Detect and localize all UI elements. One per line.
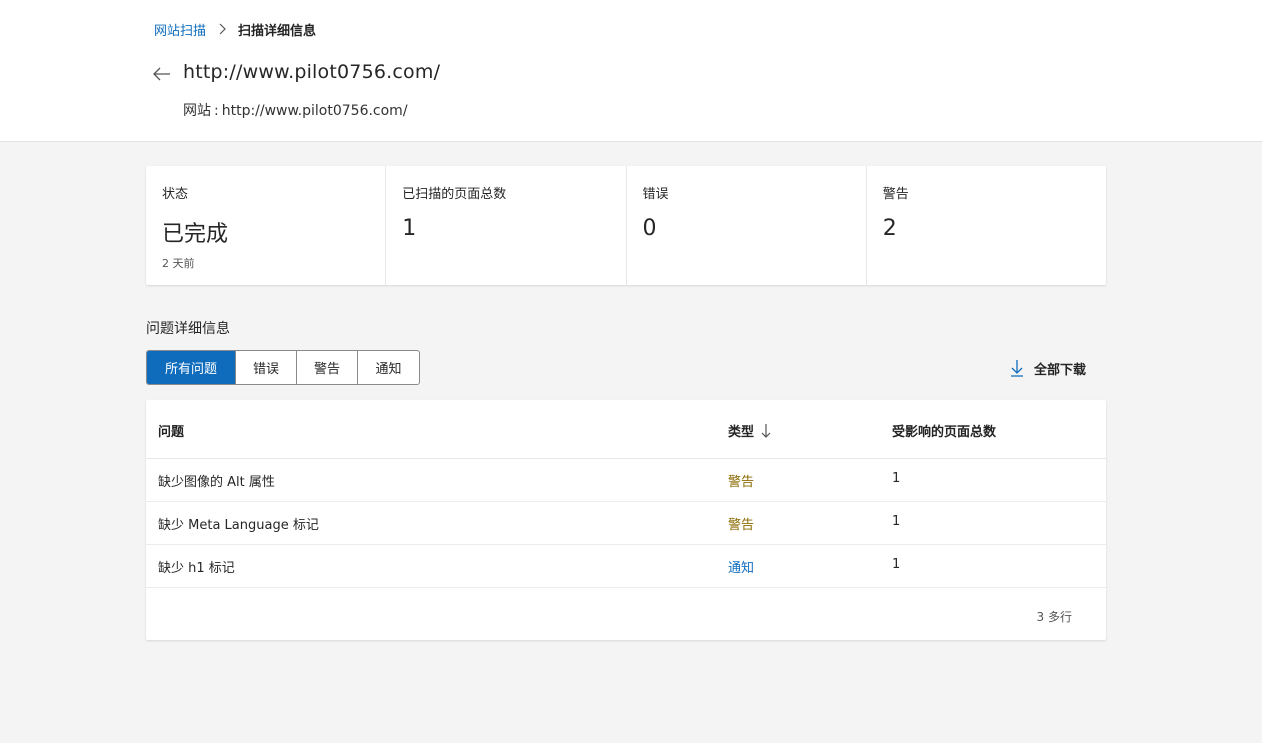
cell-pages: 1 bbox=[892, 471, 901, 486]
cell-issue: 缺少 h1 标记 bbox=[158, 561, 235, 576]
breadcrumb: 网站扫描 扫描详细信息 bbox=[154, 19, 316, 39]
chevron-right-icon bbox=[212, 19, 232, 39]
cell-type: 警告 bbox=[728, 518, 755, 533]
table-row[interactable]: 缺少 h1 标记 通知 1 bbox=[146, 545, 1106, 588]
cell-issue: 缺少 Meta Language 标记 bbox=[158, 518, 319, 533]
issues-table: 问题 类型 受影响的页面总数 缺少图像的 Alt 属性 警告 1 缺少 Meta… bbox=[146, 400, 1106, 640]
page-subtitle: 网站: http://www.pilot0756.com/ bbox=[183, 100, 408, 120]
subtitle-colon: : bbox=[214, 103, 219, 119]
tab-warnings[interactable]: 警告 bbox=[297, 351, 358, 384]
stat-label: 错误 bbox=[642, 187, 669, 202]
breadcrumb-link-site-scan[interactable]: 网站扫描 bbox=[154, 20, 206, 39]
tab-notices[interactable]: 通知 bbox=[358, 351, 419, 384]
sort-descending-icon bbox=[760, 422, 772, 440]
issues-section-title: 问题详细信息 bbox=[146, 321, 230, 337]
stat-status: 状态 已完成 2 天前 bbox=[146, 166, 387, 285]
cell-type: 通知 bbox=[728, 561, 755, 576]
page-header: 网站扫描 扫描详细信息 http://www.pilot0756.com/ 网站… bbox=[0, 0, 1262, 142]
back-button[interactable] bbox=[150, 64, 174, 86]
table-row[interactable]: 缺少图像的 Alt 属性 警告 1 bbox=[146, 459, 1106, 502]
tab-errors[interactable]: 错误 bbox=[236, 351, 297, 384]
download-all-button[interactable]: 全部下载 bbox=[1008, 357, 1086, 379]
cell-pages: 1 bbox=[892, 557, 901, 572]
stat-warnings: 警告 2 bbox=[867, 166, 1106, 285]
column-header-issue[interactable]: 问题 bbox=[158, 421, 184, 440]
stat-value: 1 bbox=[402, 216, 417, 241]
subtitle-label: 网站 bbox=[183, 103, 211, 119]
stat-label: 状态 bbox=[162, 187, 189, 202]
stat-label: 已扫描的页面总数 bbox=[402, 187, 507, 202]
column-header-pages[interactable]: 受影响的页面总数 bbox=[892, 421, 996, 440]
column-header-type-label: 类型 bbox=[728, 425, 755, 440]
arrow-left-icon bbox=[153, 66, 171, 85]
row-count: 3 多行 bbox=[1036, 610, 1072, 624]
breadcrumb-current: 扫描详细信息 bbox=[238, 23, 317, 39]
stat-pages-scanned: 已扫描的页面总数 1 bbox=[386, 166, 627, 285]
download-all-label: 全部下载 bbox=[1034, 362, 1087, 378]
stat-note: 2 天前 bbox=[162, 257, 195, 270]
table-header: 问题 类型 受影响的页面总数 bbox=[146, 400, 1106, 459]
subtitle-value: http://www.pilot0756.com/ bbox=[221, 103, 408, 119]
cell-issue: 缺少图像的 Alt 属性 bbox=[158, 475, 275, 490]
table-row[interactable]: 缺少 Meta Language 标记 警告 1 bbox=[146, 502, 1106, 545]
cell-pages: 1 bbox=[892, 514, 901, 529]
page-title: http://www.pilot0756.com/ bbox=[183, 61, 441, 83]
issue-filter-tabs: 所有问题 错误 警告 通知 bbox=[146, 350, 420, 385]
stat-errors: 错误 0 bbox=[627, 166, 867, 285]
stat-label: 警告 bbox=[882, 187, 909, 202]
stat-value: 2 bbox=[882, 216, 897, 241]
stats-panel: 状态 已完成 2 天前 已扫描的页面总数 1 错误 0 警告 2 bbox=[146, 166, 1106, 285]
tab-all-issues[interactable]: 所有问题 bbox=[147, 351, 236, 384]
arrow-down-icon bbox=[1008, 358, 1026, 378]
stat-value: 0 bbox=[642, 216, 657, 241]
stat-value: 已完成 bbox=[162, 222, 229, 247]
column-header-type[interactable]: 类型 bbox=[728, 421, 772, 440]
cell-type: 警告 bbox=[728, 475, 755, 490]
